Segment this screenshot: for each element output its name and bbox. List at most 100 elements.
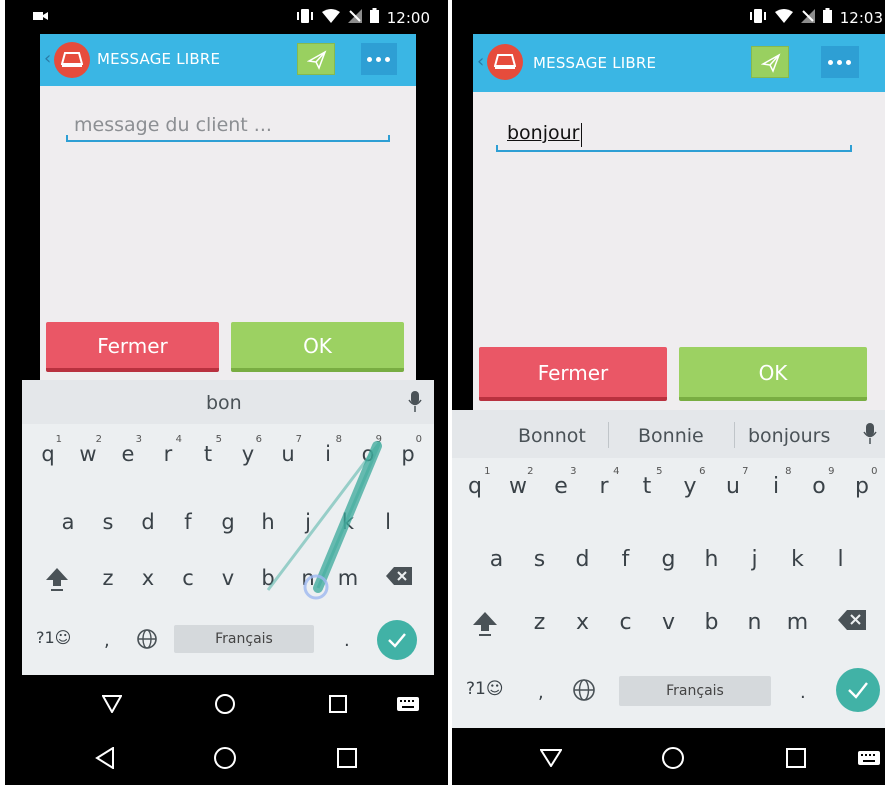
period-key[interactable]: .: [800, 682, 806, 703]
message-input[interactable]: bonjour: [496, 122, 852, 154]
key-c[interactable]: c: [168, 566, 208, 597]
close-button[interactable]: Fermer: [479, 347, 667, 401]
keyboard-switch-icon[interactable]: [397, 697, 419, 711]
space-bar[interactable]: Français: [174, 625, 314, 653]
home-circle-icon[interactable]: [661, 746, 685, 770]
period-key[interactable]: .: [344, 630, 350, 651]
enter-key[interactable]: [836, 668, 880, 712]
comma-key[interactable]: ,: [104, 630, 110, 651]
key-a[interactable]: a: [48, 510, 88, 534]
key-w[interactable]: 2w: [497, 466, 540, 499]
key-q[interactable]: 1q: [28, 434, 68, 466]
key-k[interactable]: k: [776, 547, 819, 572]
key-m[interactable]: m: [328, 566, 368, 597]
ok-button[interactable]: OK: [231, 322, 404, 372]
key-u[interactable]: 7u: [268, 434, 308, 466]
key-t[interactable]: 5t: [188, 434, 228, 466]
microphone-icon[interactable]: [863, 423, 877, 450]
recents-square-icon[interactable]: [329, 695, 347, 713]
recents-square-icon[interactable]: [337, 748, 357, 768]
back-chevron-icon[interactable]: ‹: [44, 48, 51, 69]
key-r[interactable]: 4r: [148, 434, 188, 466]
backspace-key[interactable]: [819, 610, 885, 643]
key-k[interactable]: k: [328, 510, 368, 534]
more-options-button[interactable]: [821, 46, 859, 78]
key-p[interactable]: 0p: [841, 466, 884, 499]
key-x[interactable]: x: [128, 566, 168, 597]
comma-key[interactable]: ,: [538, 682, 544, 703]
key-h[interactable]: h: [248, 510, 288, 534]
close-button[interactable]: Fermer: [46, 322, 219, 372]
key-c[interactable]: c: [604, 610, 647, 643]
key-s[interactable]: s: [88, 510, 128, 534]
key-g[interactable]: g: [647, 547, 690, 572]
key-u[interactable]: 7u: [712, 466, 755, 499]
key-s[interactable]: s: [518, 547, 561, 572]
symbols-key[interactable]: ?1☺: [466, 679, 504, 699]
key-t[interactable]: 5t: [626, 466, 669, 499]
more-options-button[interactable]: [361, 43, 397, 75]
recents-square-icon[interactable]: [786, 748, 806, 768]
key-d[interactable]: d: [561, 547, 604, 572]
back-triangle-icon[interactable]: [102, 695, 122, 713]
suggestion-3[interactable]: bonjours: [748, 425, 830, 447]
key-f[interactable]: f: [168, 510, 208, 534]
shift-key[interactable]: [452, 610, 518, 643]
key-y[interactable]: 6y: [228, 434, 268, 466]
back-triangle-icon[interactable]: [95, 747, 115, 769]
dialog-window: ‹ MESSAGE LIBRE message du client ... Fe…: [40, 34, 416, 380]
globe-icon[interactable]: [572, 678, 596, 706]
key-n[interactable]: n: [288, 566, 328, 597]
suggestion-2[interactable]: Bonnie: [638, 425, 704, 447]
suggestion-1[interactable]: Bonnot: [518, 425, 586, 447]
key-m[interactable]: m: [776, 610, 819, 643]
globe-icon[interactable]: [136, 628, 158, 654]
key-z[interactable]: z: [518, 610, 561, 643]
key-b[interactable]: b: [248, 566, 288, 597]
suggestion-1[interactable]: bon: [206, 392, 242, 414]
enter-key[interactable]: [377, 620, 417, 660]
key-w[interactable]: 2w: [68, 434, 108, 466]
key-n[interactable]: n: [733, 610, 776, 643]
key-e[interactable]: 3e: [540, 466, 583, 499]
send-button[interactable]: [751, 46, 789, 78]
microphone-icon[interactable]: [408, 391, 422, 418]
key-a[interactable]: a: [475, 547, 518, 572]
key-l[interactable]: l: [368, 510, 408, 534]
send-button[interactable]: [297, 43, 335, 75]
key-i[interactable]: 8i: [755, 466, 798, 499]
key-i[interactable]: 8i: [308, 434, 348, 466]
key-x[interactable]: x: [561, 610, 604, 643]
backspace-key[interactable]: [368, 566, 430, 597]
message-input[interactable]: message du client ...: [66, 114, 390, 144]
key-o[interactable]: 9o: [798, 466, 841, 499]
key-o[interactable]: 9o: [348, 434, 388, 466]
key-h[interactable]: h: [690, 547, 733, 572]
message-input-placeholder: message du client ...: [74, 114, 272, 136]
key-v[interactable]: v: [647, 610, 690, 643]
key-e[interactable]: 3e: [108, 434, 148, 466]
key-p[interactable]: 0p: [388, 434, 428, 466]
back-triangle-icon[interactable]: [540, 749, 562, 767]
key-d[interactable]: d: [128, 510, 168, 534]
key-v[interactable]: v: [208, 566, 248, 597]
key-z[interactable]: z: [88, 566, 128, 597]
space-bar[interactable]: Français: [619, 676, 771, 706]
app-logo-icon: [54, 42, 90, 78]
key-y[interactable]: 6y: [669, 466, 712, 499]
home-circle-icon[interactable]: [214, 693, 236, 715]
key-l[interactable]: l: [819, 547, 862, 572]
symbols-key[interactable]: ?1☺: [36, 628, 71, 647]
keyboard-switch-icon[interactable]: [858, 751, 880, 765]
key-f[interactable]: f: [604, 547, 647, 572]
ok-button[interactable]: OK: [679, 347, 867, 401]
key-r[interactable]: 4r: [583, 466, 626, 499]
home-circle-icon[interactable]: [213, 746, 237, 770]
key-j[interactable]: j: [733, 547, 776, 572]
key-j[interactable]: j: [288, 510, 328, 534]
key-g[interactable]: g: [208, 510, 248, 534]
shift-key[interactable]: [26, 566, 88, 597]
key-b[interactable]: b: [690, 610, 733, 643]
key-q[interactable]: 1q: [454, 466, 497, 499]
back-chevron-icon[interactable]: ‹: [477, 51, 484, 72]
